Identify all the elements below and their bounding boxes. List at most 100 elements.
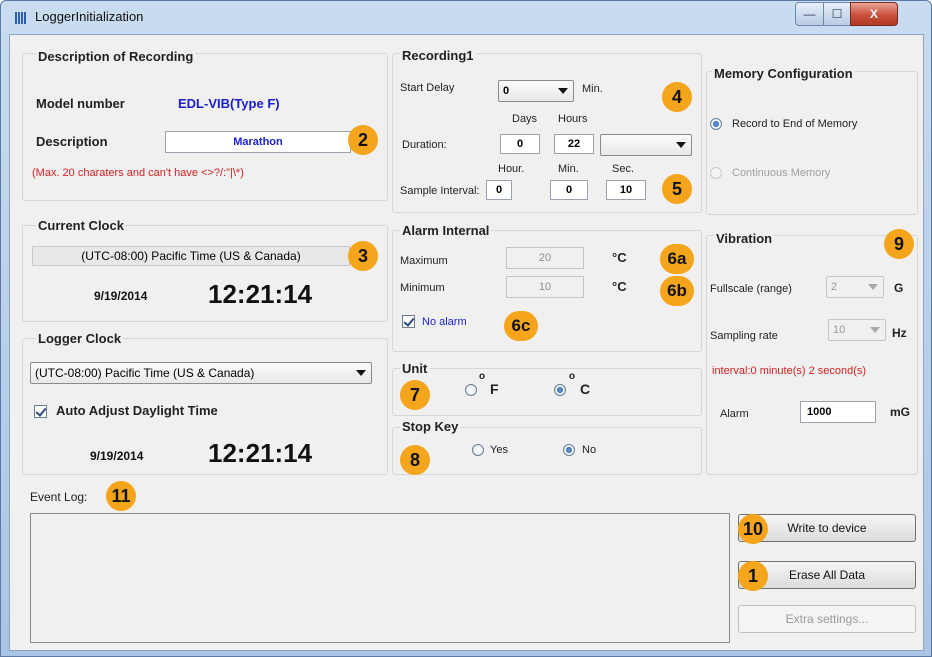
event-log-box[interactable] [30, 513, 730, 643]
sample-interval-label: Sample Interval: [400, 185, 480, 197]
sampling-rate-label: Sampling rate [710, 330, 778, 342]
current-timezone-field: (UTC-08:00) Pacific Time (US & Canada) [32, 246, 350, 266]
duration-unit-select[interactable] [600, 134, 692, 156]
current-time: 12:21:14 [208, 279, 313, 309]
recording-title: Recording1 [400, 48, 476, 63]
unit-f-radio[interactable] [465, 384, 477, 396]
close-button[interactable]: X [850, 2, 898, 26]
stopkey-no-radio[interactable] [563, 444, 575, 456]
event-log-label: Event Log: [30, 490, 88, 504]
alarm-min-input[interactable]: 10 [506, 276, 584, 298]
alarm-max-input[interactable]: 20 [506, 247, 584, 269]
sample-sec-input[interactable]: 10 [606, 180, 646, 200]
hours-header: Hours [558, 113, 588, 125]
annotation-badge-6a: 6a [660, 244, 694, 274]
duration-hours-input[interactable]: 22 [554, 134, 594, 154]
title-bar: LoggerInitialization — ☐ X [1, 1, 931, 34]
record-to-end-label: Record to End of Memory [732, 118, 858, 130]
fullscale-value: 2 [831, 281, 838, 293]
fullscale-unit: G [894, 281, 904, 295]
description-input[interactable]: Marathon [165, 131, 351, 153]
chevron-down-icon [558, 88, 568, 94]
duration-days-input[interactable]: 0 [500, 134, 540, 154]
unit-title: Unit [400, 361, 430, 376]
vibration-group [706, 235, 918, 475]
vibration-title: Vibration [714, 231, 775, 246]
record-to-end-radio[interactable] [710, 118, 722, 130]
alarm-title: Alarm Internal [400, 223, 492, 238]
alarm-min-label: Minimum [400, 282, 445, 294]
unit-c-radio[interactable] [554, 384, 566, 396]
start-delay-select[interactable]: 0 [498, 80, 574, 102]
memory-group [706, 71, 918, 215]
minimize-button[interactable]: — [795, 2, 824, 26]
annotation-badge-2: 2 [348, 125, 378, 155]
description-note: (Max. 20 charaters and can't have <>?/:"… [32, 167, 244, 179]
unit-f-label: F [490, 381, 499, 397]
unit-f-degree: o [479, 371, 486, 382]
extra-settings-button[interactable]: Extra settings... [738, 605, 916, 633]
annotation-badge-3: 3 [348, 241, 378, 271]
continuous-memory-radio[interactable] [710, 167, 722, 179]
stopkey-title: Stop Key [400, 419, 461, 434]
alarm-min-unit: °C [612, 279, 627, 294]
interval-text: interval:0 minute(s) 2 second(s) [712, 365, 867, 377]
annotation-badge-8: 8 [400, 445, 430, 475]
chevron-down-icon [868, 284, 878, 290]
logger-window: LoggerInitialization — ☐ X Description o… [0, 0, 932, 657]
sample-min-input[interactable]: 0 [550, 180, 588, 200]
days-header: Days [512, 113, 538, 125]
description-title: Description of Recording [36, 49, 196, 64]
logger-timezone-value: (UTC-08:00) Pacific Time (US & Canada) [35, 366, 255, 380]
unit-c-label: C [580, 381, 591, 397]
stopkey-yes-label: Yes [490, 444, 508, 456]
logger-date: 9/19/2014 [90, 449, 144, 463]
annotation-badge-6b: 6b [660, 276, 694, 306]
window-title: LoggerInitialization [35, 9, 144, 24]
logger-time: 12:21:14 [208, 438, 313, 468]
annotation-badge-9: 9 [884, 229, 914, 259]
unit-c-degree: o [569, 371, 576, 382]
alarm-max-label: Maximum [400, 255, 448, 267]
continuous-memory-label: Continuous Memory [732, 167, 831, 179]
model-number-label: Model number [36, 96, 125, 111]
sampling-rate-value: 10 [833, 324, 846, 336]
sec-header: Sec. [612, 163, 635, 175]
sampling-rate-select[interactable]: 10 [828, 319, 886, 341]
memory-title: Memory Configuration [712, 66, 855, 81]
sampling-rate-unit: Hz [892, 326, 907, 340]
auto-adjust-label: Auto Adjust Daylight Time [56, 403, 218, 418]
annotation-badge-4: 4 [662, 82, 692, 112]
sample-hour-input[interactable]: 0 [486, 180, 512, 200]
current-clock-title: Current Clock [36, 218, 126, 233]
chevron-down-icon [870, 327, 880, 333]
unit-group [392, 368, 702, 416]
auto-adjust-checkbox[interactable] [34, 405, 47, 418]
hour-header: Hour. [498, 163, 525, 175]
logger-clock-title: Logger Clock [36, 331, 124, 346]
client-area: Description of Recording Model number ED… [9, 34, 924, 651]
stopkey-no-label: No [582, 444, 597, 456]
vibration-alarm-label: Alarm [720, 408, 749, 420]
stopkey-yes-radio[interactable] [472, 444, 484, 456]
alarm-max-unit: °C [612, 250, 627, 265]
annotation-badge-6c: 6c [504, 311, 538, 341]
annotation-badge-1: 1 [738, 561, 768, 591]
fullscale-select[interactable]: 2 [826, 276, 884, 298]
maximize-button[interactable]: ☐ [823, 2, 851, 26]
annotation-badge-7: 7 [400, 380, 430, 410]
chevron-down-icon [356, 370, 366, 376]
logger-timezone-select[interactable]: (UTC-08:00) Pacific Time (US & Canada) [30, 362, 372, 384]
start-delay-value: 0 [503, 85, 510, 97]
no-alarm-checkbox[interactable] [402, 315, 415, 328]
description-label: Description [36, 134, 108, 149]
vibration-alarm-input[interactable]: 1000 [800, 401, 876, 423]
model-number-value: EDL-VIB(Type F) [178, 96, 280, 111]
current-date: 9/19/2014 [94, 289, 148, 303]
annotation-badge-11: 11 [106, 481, 136, 511]
duration-label: Duration: [402, 139, 447, 151]
no-alarm-label: No alarm [422, 316, 467, 328]
current-clock-group [22, 225, 388, 322]
min-header: Min. [558, 163, 579, 175]
fullscale-label: Fullscale (range) [710, 283, 792, 295]
